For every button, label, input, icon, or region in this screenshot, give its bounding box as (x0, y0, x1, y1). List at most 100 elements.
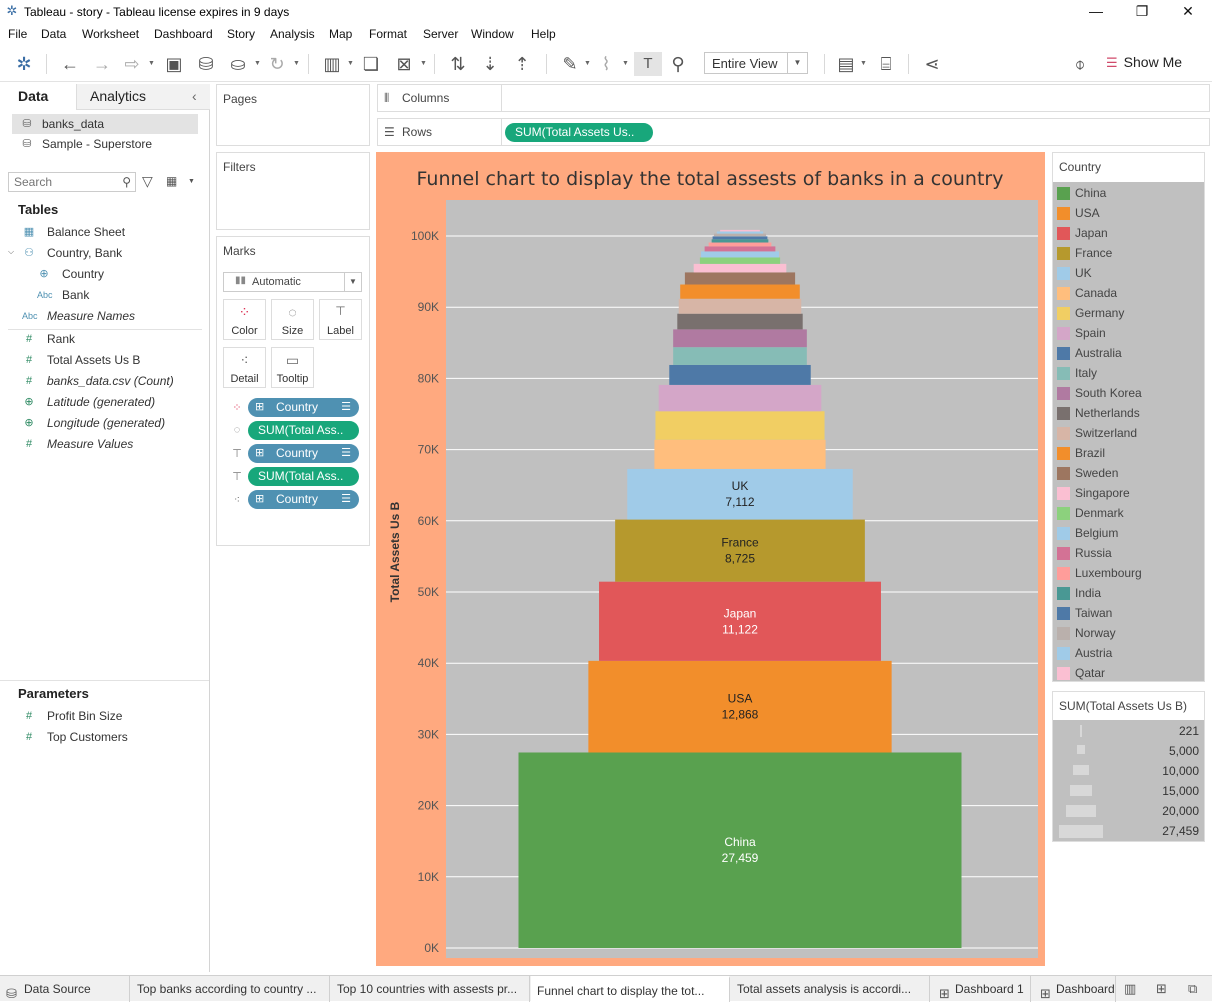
sort-descending-icon[interactable]: ⇡ (510, 52, 534, 76)
menu-window[interactable]: Window (471, 27, 514, 41)
save-icon[interactable]: ▣ (162, 52, 186, 76)
duplicate-icon[interactable]: ❏ (359, 52, 383, 76)
parameter-profit-bin-size[interactable]: # Profit Bin Size (26, 706, 122, 726)
menu-worksheet[interactable]: Worksheet (82, 27, 139, 41)
chevron-down-icon[interactable]: ▼ (188, 178, 195, 185)
funnel-bar-china[interactable] (518, 752, 962, 948)
funnel-bar-austria[interactable] (716, 231, 764, 234)
new-worksheet-icon[interactable]: ▥ (320, 52, 344, 76)
menu-format[interactable]: Format (369, 27, 407, 41)
show-cards-icon[interactable]: ▤ (834, 52, 858, 76)
tab-sheet-4[interactable]: Total assets analysis is accordi... (731, 976, 930, 1002)
legend-item-spain[interactable]: Spain (1057, 323, 1203, 343)
clear-sheet-icon[interactable]: ⊠ (392, 52, 416, 76)
funnel-bar-switzerland[interactable] (678, 298, 802, 314)
marks-pill-country-label[interactable]: ⊞ Country ☰ (248, 444, 359, 463)
legend-item-belgium[interactable]: Belgium (1057, 523, 1203, 543)
funnel-bar-japan[interactable] (599, 581, 881, 661)
field-total-assets[interactable]: # Total Assets Us B (26, 350, 140, 370)
funnel-bar-south-korea[interactable] (673, 329, 807, 348)
funnel-bar-belgium[interactable] (701, 251, 779, 258)
legend-item-norway[interactable]: Norway (1057, 623, 1203, 643)
size-legend[interactable]: SUM(Total Assets Us B) 221 5,000 10,000 15,… (1052, 691, 1205, 842)
funnel-bar-luxembourg[interactable] (708, 242, 772, 247)
search-box[interactable]: ⚲ (8, 172, 136, 192)
funnel-bar-india[interactable] (711, 239, 769, 243)
legend-item-luxembourg[interactable]: Luxembourg (1057, 563, 1203, 583)
show-mark-labels-icon[interactable]: T (634, 52, 662, 76)
tab-dashboard-1[interactable]: ⊞ Dashboard 1 (931, 976, 1031, 1002)
datasource-superstore[interactable]: ⛁ Sample - Superstore (12, 134, 198, 154)
columns-shelf[interactable]: ⦀ Columns (377, 84, 1210, 112)
legend-item-singapore[interactable]: Singapore (1057, 483, 1203, 503)
funnel-bar-italy[interactable] (673, 347, 807, 365)
rows-shelf[interactable]: ☰ Rows SUM(Total Assets Us.. (377, 118, 1210, 146)
funnel-bar-norway[interactable] (713, 233, 767, 237)
funnel-bar-canada[interactable] (654, 439, 826, 469)
tab-sheet-3[interactable]: Funnel chart to display the tot... (531, 976, 730, 1002)
funnel-bar-usa[interactable] (588, 660, 892, 753)
legend-item-qatar[interactable]: Qatar (1057, 663, 1203, 683)
funnel-bar-uk[interactable] (627, 468, 853, 520)
field-country[interactable]: ⊕ Country (39, 264, 104, 284)
color-button[interactable]: ⁘ Color (223, 299, 266, 340)
funnel-bar-spain[interactable] (658, 384, 822, 412)
tab-sheet-1[interactable]: Top banks according to country ... (131, 976, 330, 1002)
mark-type-dropdown[interactable]: ▮▮ Automatic ▼ (223, 272, 362, 292)
show-me-button[interactable]: ☰ Show Me (1106, 54, 1182, 74)
legend-item-netherlands[interactable]: Netherlands (1057, 403, 1203, 423)
field-longitude[interactable]: ⊕ Longitude (generated) (24, 413, 165, 433)
funnel-bar-denmark[interactable] (699, 257, 781, 264)
view-options-icon[interactable]: ▦ (166, 174, 177, 188)
menu-dashboard[interactable]: Dashboard (154, 27, 213, 41)
legend-item-italy[interactable]: Italy (1057, 363, 1203, 383)
minimize-icon[interactable]: — (1076, 2, 1116, 22)
field-country-bank[interactable]: ⚇ Country, Bank (24, 243, 122, 263)
legend-item-denmark[interactable]: Denmark (1057, 503, 1203, 523)
restore-icon[interactable]: ❐ (1122, 2, 1162, 22)
funnel-bar-brazil[interactable] (680, 284, 800, 299)
tab-analytics[interactable]: Analytics (90, 88, 146, 104)
marks-pill-sum-size[interactable]: SUM(Total Ass.. (248, 421, 359, 440)
fit-dropdown[interactable]: Entire View ▼ (704, 52, 808, 74)
funnel-bar-singapore[interactable] (693, 263, 787, 273)
replay-icon[interactable]: ⇨ (120, 52, 144, 76)
tab-dashboard-2[interactable]: ⊞ Dashboard (1032, 976, 1116, 1002)
tab-data-source[interactable]: ⛁ Data Source (0, 976, 130, 1002)
legend-item-usa[interactable]: USA (1057, 203, 1203, 223)
field-rank[interactable]: # Rank (26, 329, 75, 349)
size-button[interactable]: ◌ Size (271, 299, 314, 340)
legend-item-india[interactable]: India (1057, 583, 1203, 603)
menu-help[interactable]: Help (531, 27, 556, 41)
parameter-top-customers[interactable]: # Top Customers (26, 727, 128, 747)
legend-item-south-korea[interactable]: South Korea (1057, 383, 1203, 403)
funnel-bar-taiwan[interactable] (712, 236, 768, 240)
menu-file[interactable]: File (8, 27, 27, 41)
funnel-bar-qatar[interactable] (720, 229, 760, 232)
fix-axes-icon[interactable]: ⚲ (666, 52, 690, 76)
group-members-icon[interactable]: ⌇ (594, 52, 618, 76)
legend-item-taiwan[interactable]: Taiwan (1057, 603, 1203, 623)
field-bank[interactable]: Abc Bank (37, 285, 89, 305)
redo-icon[interactable]: → (90, 52, 114, 76)
new-worksheet-icon[interactable]: ▥ (1124, 981, 1136, 997)
tab-sheet-2[interactable]: Top 10 countries with assests pr... (331, 976, 530, 1002)
pause-updates-icon[interactable]: ⛀ (226, 52, 250, 76)
highlight-icon[interactable]: ✎ (558, 52, 582, 76)
legend-item-france[interactable]: France (1057, 243, 1203, 263)
legend-item-sweden[interactable]: Sweden (1057, 463, 1203, 483)
legend-item-germany[interactable]: Germany (1057, 303, 1203, 323)
legend-item-uk[interactable]: UK (1057, 263, 1203, 283)
swap-rows-columns-icon[interactable]: ⇅ (446, 52, 470, 76)
new-datasource-icon[interactable]: ⛁ (194, 52, 218, 76)
funnel-chart[interactable]: Funnel chart to display the total assest… (376, 152, 1045, 966)
tooltip-button[interactable]: ▭ Tooltip (271, 347, 314, 388)
marks-pill-country-color[interactable]: ⊞ Country ☰ (248, 398, 359, 417)
legend-item-china[interactable]: China (1057, 183, 1203, 203)
filter-icon[interactable]: ▽ (142, 173, 153, 190)
label-button[interactable]: ⊤ Label (319, 299, 362, 340)
paint-roller-icon[interactable]: ⌽ (1068, 52, 1092, 76)
new-story-icon[interactable]: ⧉ (1188, 981, 1197, 997)
legend-item-switzerland[interactable]: Switzerland (1057, 423, 1203, 443)
new-dashboard-icon[interactable]: ⊞ (1156, 981, 1167, 997)
